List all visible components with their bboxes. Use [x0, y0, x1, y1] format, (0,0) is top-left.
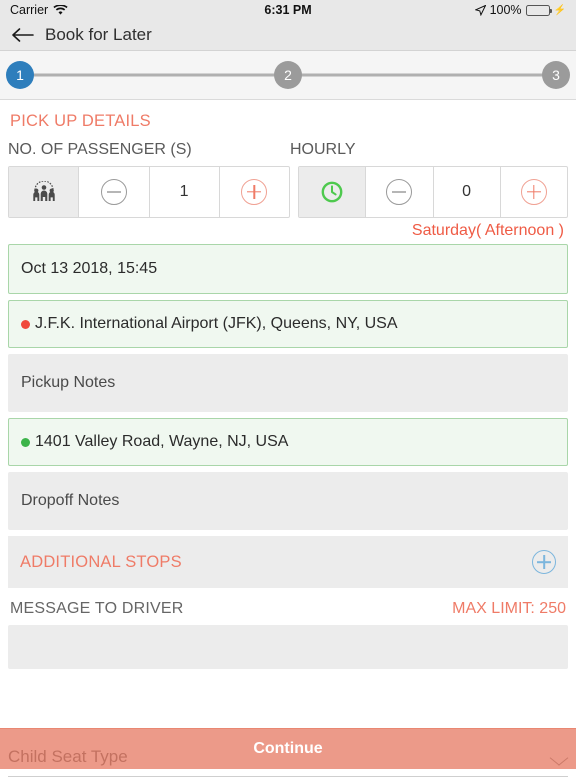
page-title: Book for Later — [45, 25, 152, 44]
dropoff-address-value: 1401 Valley Road, Wayne, NJ, USA — [35, 433, 289, 450]
hourly-value[interactable]: 0 — [434, 167, 501, 217]
clock-icon — [321, 181, 343, 203]
pickup-notes-field[interactable]: Pickup Notes — [8, 354, 568, 412]
plus-circle-icon — [241, 179, 268, 205]
location-arrow-icon — [474, 4, 486, 16]
carrier-label: Carrier — [10, 3, 49, 17]
continue-button[interactable]: Continue — [0, 728, 576, 769]
message-to-driver-input[interactable] — [8, 625, 568, 669]
passengers-decrement-button[interactable] — [79, 167, 150, 217]
dropoff-address-field[interactable]: 1401 Valley Road, Wayne, NJ, USA — [8, 418, 568, 466]
passengers-value[interactable]: 1 — [150, 167, 220, 217]
red-dot-icon — [21, 319, 30, 329]
status-bar-right: 100% ⚡ — [474, 3, 566, 17]
status-bar: Carrier 6:31 PM 100% ⚡ — [0, 0, 576, 20]
main-content: PICK UP DETAILS NO. OF PASSENGER (S) HOU… — [0, 100, 576, 669]
passengers-counter: 1 — [8, 166, 290, 218]
hourly-decrement-button[interactable] — [366, 167, 434, 217]
back-arrow-icon[interactable] — [12, 27, 34, 43]
message-to-driver-header: MESSAGE TO DRIVER MAX LIMIT: 250 — [8, 592, 568, 625]
stepper-steps: 1 2 3 — [6, 61, 570, 89]
minus-circle-icon — [386, 179, 413, 205]
pickup-details-heading: PICK UP DETAILS — [10, 112, 151, 130]
pickup-address-field[interactable]: J.F.K. International Airport (JFK), Quee… — [8, 300, 568, 348]
hourly-clock-icon-cell — [299, 167, 367, 217]
counter-labels-row: NO. OF PASSENGER (S) HOURLY — [8, 141, 568, 166]
additional-stops-label: ADDITIONAL STOPS — [20, 552, 182, 571]
navigation-bar: Book for Later — [0, 20, 576, 51]
dropoff-notes-field[interactable]: Dropoff Notes — [8, 472, 568, 530]
plus-circle-icon[interactable] — [532, 550, 556, 574]
pickup-address-value: J.F.K. International Airport (JFK), Quee… — [35, 315, 398, 332]
day-period-note: Saturday( Afternoon ) — [411, 222, 564, 239]
wifi-icon — [53, 4, 68, 15]
stepper-step-3[interactable]: 3 — [542, 61, 570, 89]
passengers-label: NO. OF PASSENGER (S) — [8, 141, 192, 158]
battery-percent-label: 100% — [489, 3, 522, 17]
lightning-bolt-icon: ⚡ — [553, 4, 566, 16]
plus-circle-icon — [520, 179, 547, 205]
continue-button-label: Continue — [253, 740, 323, 757]
stepper-step-1[interactable]: 1 — [6, 61, 34, 89]
stepper-step-2[interactable]: 2 — [274, 61, 302, 89]
dropoff-notes-placeholder: Dropoff Notes — [21, 492, 120, 509]
battery-full-icon — [525, 4, 552, 16]
pickup-datetime-value: Oct 13 2018, 15:45 — [21, 260, 158, 277]
message-max-limit-label: MAX LIMIT: 250 — [452, 600, 566, 617]
status-bar-left: Carrier — [10, 3, 68, 17]
counters-row: 1 0 — [8, 166, 568, 218]
hourly-label: HOURLY — [290, 141, 356, 158]
progress-stepper: 1 2 3 — [0, 51, 576, 100]
hourly-counter: 0 — [298, 166, 568, 218]
message-to-driver-label: MESSAGE TO DRIVER — [10, 600, 184, 617]
passengers-group-icon — [32, 181, 55, 201]
hourly-increment-button[interactable] — [501, 167, 567, 217]
passengers-increment-button[interactable] — [220, 167, 289, 217]
pickup-notes-placeholder: Pickup Notes — [21, 374, 116, 391]
pickup-datetime-field[interactable]: Oct 13 2018, 15:45 — [8, 244, 568, 294]
minus-circle-icon — [100, 179, 127, 205]
additional-stops-row[interactable]: ADDITIONAL STOPS — [8, 536, 568, 588]
passengers-group-icon-cell — [9, 167, 80, 217]
green-dot-icon — [21, 437, 30, 447]
